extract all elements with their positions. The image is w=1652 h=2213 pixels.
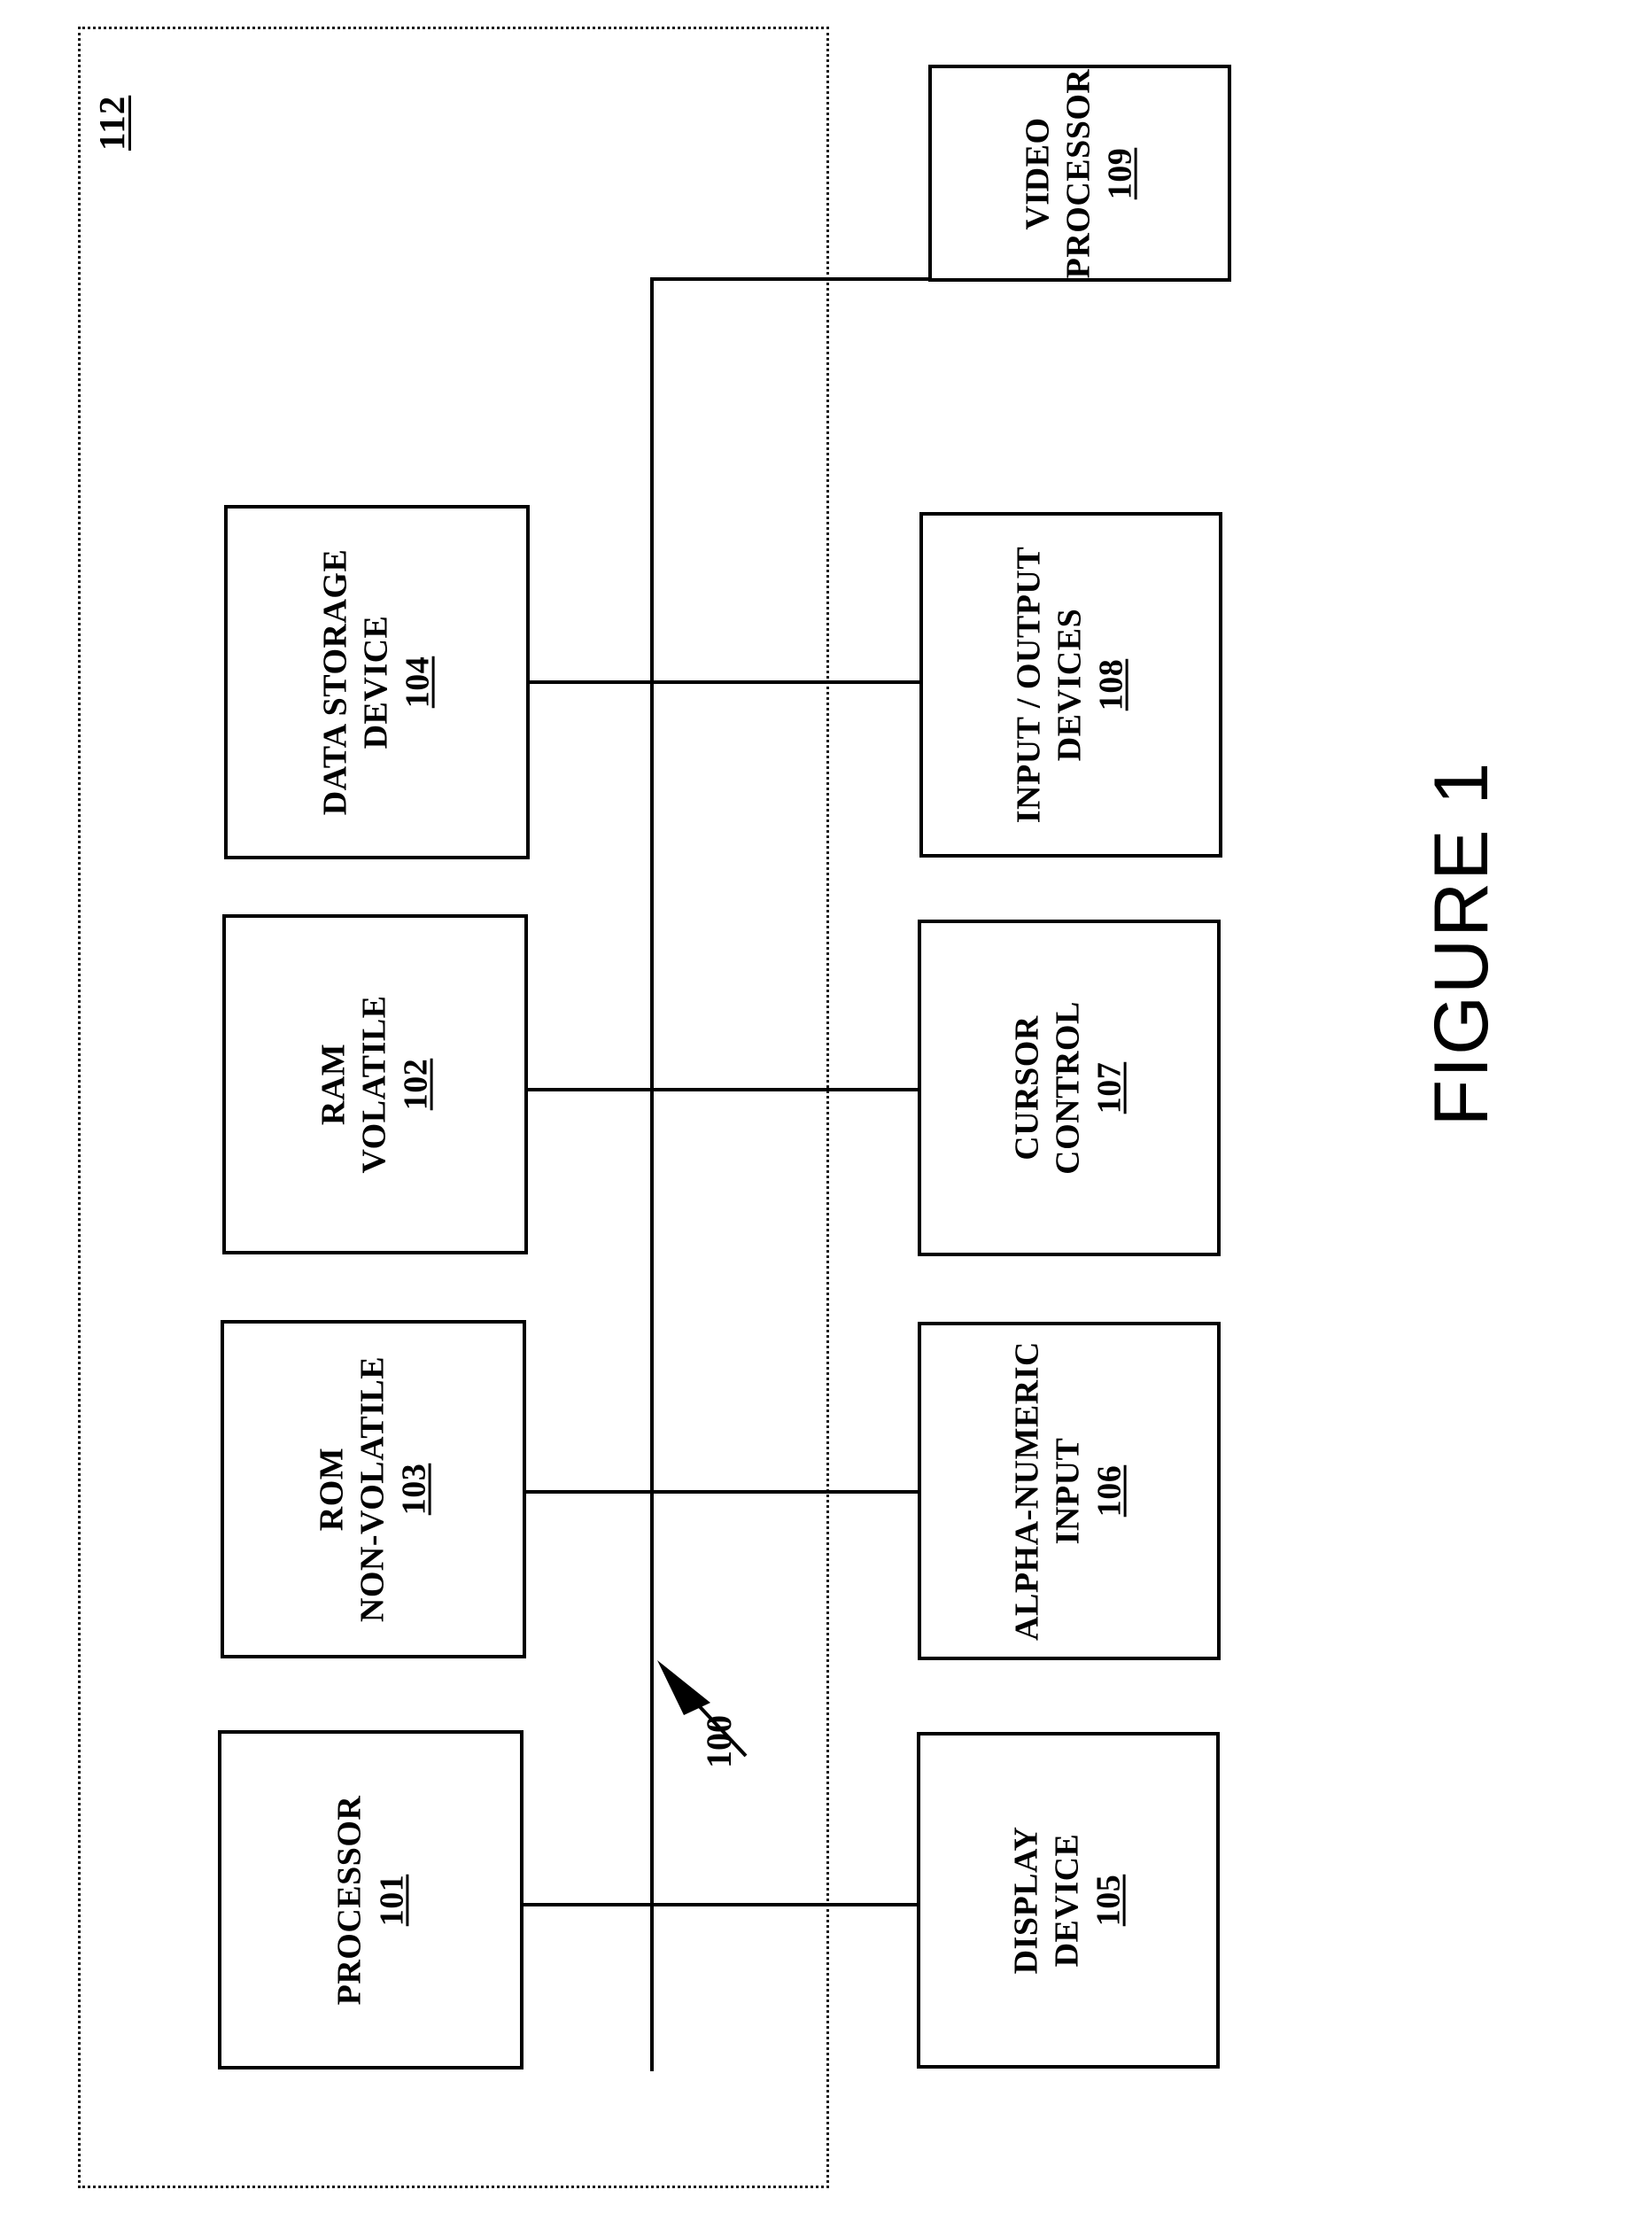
box-cursor-control-text: CURSOR CONTROL 107 (1008, 1001, 1131, 1175)
reference-label-112: 112 (91, 95, 132, 151)
box-input-output-devices[interactable]: INPUT / OUTPUT DEVICES 108 (919, 512, 1222, 858)
box-ram-volatile-text: RAM VOLATILE 102 (314, 995, 437, 1173)
box-video-processor-text: VIDEO PROCESSOR 109 (1019, 68, 1142, 278)
box-reference-number: 104 (399, 656, 437, 709)
box-processor[interactable]: PROCESSOR 101 (218, 1730, 524, 2069)
box-label-line-1: ALPHA-NUMERIC (1008, 1341, 1046, 1641)
reference-label-100: 100 (699, 1715, 739, 1768)
bus-branch-processor (521, 1903, 654, 1906)
box-label-line-1: PROCESSOR (330, 1795, 368, 2005)
box-label-line-2: PROCESSOR (1059, 68, 1097, 278)
box-label-line-2: DEVICE (356, 615, 394, 749)
bus-branch-io-devices (650, 680, 919, 684)
box-reference-number: 102 (397, 1058, 435, 1111)
box-label-line-1: CURSOR (1008, 1015, 1046, 1161)
box-label-line-1: INPUT / OUTPUT (1010, 546, 1048, 824)
bus-branch-video-processor (650, 277, 930, 281)
box-label-line-1: ROM (313, 1447, 351, 1532)
box-label-line-2: DEVICES (1051, 608, 1089, 762)
box-label-line-1: DISPLAY (1007, 1826, 1045, 1975)
box-label-line-2: NON-VOLATILE (353, 1355, 391, 1623)
figure-caption: FIGURE 1 (1419, 760, 1504, 1127)
box-display-device[interactable]: DISPLAY DEVICE 105 (917, 1732, 1220, 2069)
box-label-line-1: DATA STORAGE (316, 548, 354, 816)
bus-branch-alpha-numeric (650, 1490, 918, 1494)
box-rom-non-volatile[interactable]: ROM NON-VOLATILE 103 (221, 1320, 526, 1658)
box-processor-text: PROCESSOR 101 (330, 1795, 412, 2005)
box-data-storage-device-text: DATA STORAGE DEVICE 104 (315, 549, 438, 816)
bus-branch-cursor-control (650, 1088, 918, 1091)
bus-branch-rom (524, 1490, 654, 1494)
leader-arrow-icon (657, 1660, 748, 1758)
box-input-output-devices-text: INPUT / OUTPUT DEVICES 108 (1010, 547, 1133, 823)
bus-branch-data-storage (528, 680, 654, 684)
box-reference-number: 101 (372, 1874, 410, 1926)
box-data-storage-device[interactable]: DATA STORAGE DEVICE 104 (224, 505, 530, 859)
bus-vertical-main (650, 277, 654, 2071)
box-reference-number: 106 (1090, 1464, 1128, 1518)
bus-branch-ram (526, 1088, 654, 1091)
box-video-processor[interactable]: VIDEO PROCESSOR 109 (928, 65, 1231, 282)
box-label-line-2: INPUT (1049, 1437, 1087, 1545)
box-reference-number: 105 (1090, 1874, 1128, 1927)
box-alpha-numeric-input-text: ALPHA-NUMERIC INPUT 106 (1008, 1341, 1131, 1641)
box-reference-number: 107 (1090, 1061, 1128, 1114)
box-reference-number: 108 (1092, 658, 1130, 711)
box-ram-volatile[interactable]: RAM VOLATILE 102 (222, 914, 528, 1254)
box-label-line-1: RAM (314, 1043, 353, 1126)
box-label-line-2: VOLATILE (354, 995, 392, 1174)
box-label-line-2: DEVICE (1048, 1833, 1086, 1968)
box-display-device-text: DISPLAY DEVICE 105 (1007, 1827, 1130, 1975)
bus-callout-100: 100 (657, 1648, 861, 1860)
box-label-line-1: VIDEO (1019, 116, 1057, 230)
box-cursor-control[interactable]: CURSOR CONTROL 107 (918, 920, 1221, 1256)
box-reference-number: 109 (1101, 147, 1139, 199)
box-label-line-2: CONTROL (1049, 1001, 1087, 1175)
box-alpha-numeric-input[interactable]: ALPHA-NUMERIC INPUT 106 (918, 1322, 1221, 1660)
bus-branch-display-device (650, 1903, 918, 1906)
box-rom-non-volatile-text: ROM NON-VOLATILE 103 (312, 1356, 435, 1622)
box-reference-number: 103 (395, 1463, 433, 1516)
